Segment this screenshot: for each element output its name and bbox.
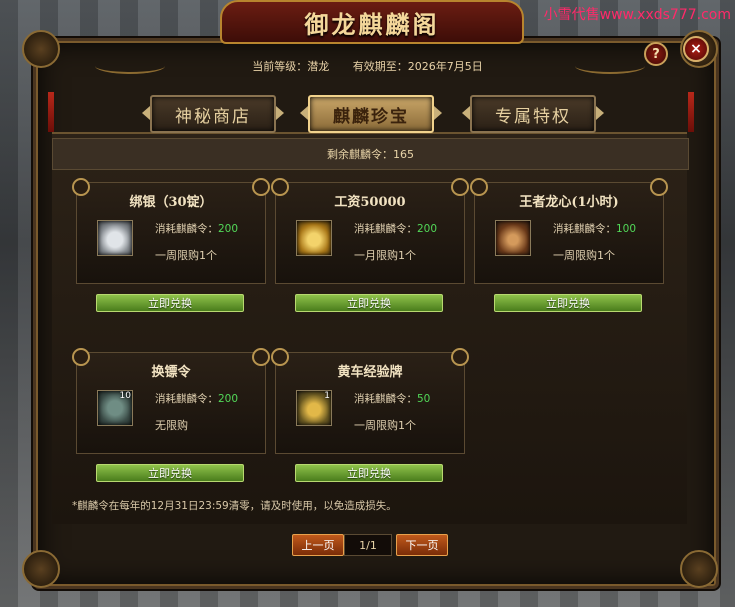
prev-page-button[interactable]: 上一页 — [292, 534, 344, 556]
item-limit: 一月限购1个 — [354, 249, 416, 262]
arrow-right-icon — [434, 106, 442, 120]
item-card: 换镖令 10 消耗麒麟令：200 无限购 — [72, 348, 270, 454]
tassel-decoration — [688, 92, 694, 132]
item-count: 10 — [119, 391, 131, 401]
gold-salary-icon[interactable] — [296, 220, 332, 256]
item-limit: 一周限购1个 — [553, 249, 615, 262]
expiry-label: 有效期至：2026年7月5日 — [352, 60, 483, 73]
item-card: 绑银（30锭） 消耗麒麟令：200 一周限购1个 — [72, 178, 270, 284]
tab-label: 专属特权 — [495, 106, 571, 127]
arrow-left-icon — [300, 106, 308, 120]
next-page-button[interactable]: 下一页 — [396, 534, 448, 556]
item-limit: 一周限购1个 — [155, 249, 217, 262]
item-name: 王者龙心(1小时) — [519, 195, 619, 210]
redeem-button[interactable]: 立即兑换 — [96, 294, 244, 312]
tab-qilin-treasure[interactable]: 麒麟珍宝 — [300, 95, 442, 133]
item-cost: 消耗麒麟令：200 — [155, 391, 238, 406]
item-name: 黄车经验牌 — [337, 365, 403, 380]
tab-label: 神秘商店 — [175, 106, 251, 127]
cost-value: 100 — [616, 223, 637, 235]
arrow-right-icon — [596, 106, 604, 120]
arrow-left-icon — [462, 106, 470, 120]
item-name: 绑银（30锭） — [129, 195, 213, 210]
dragon-heart-icon[interactable] — [495, 220, 531, 256]
close-button[interactable]: × — [683, 36, 709, 62]
item-cost: 消耗麒麟令：100 — [553, 221, 636, 236]
corner-ornament-icon — [22, 30, 60, 68]
arrow-left-icon — [142, 106, 150, 120]
redeem-button[interactable]: 立即兑换 — [295, 464, 443, 482]
redeem-button[interactable]: 立即兑换 — [96, 464, 244, 482]
tassel-decoration — [48, 92, 54, 132]
cost-label: 消耗麒麟令： — [155, 223, 218, 235]
item-cost: 消耗麒麟令：200 — [155, 221, 238, 236]
level-label: 当前等级：潜龙 — [252, 60, 330, 73]
corner-ornament-icon — [680, 550, 718, 588]
redeem-button[interactable]: 立即兑换 — [494, 294, 642, 312]
escort-token-icon[interactable]: 10 — [97, 390, 133, 426]
tab-mystery-shop[interactable]: 神秘商店 — [142, 95, 284, 133]
item-name: 换镖令 — [151, 365, 191, 380]
watermark-text: 小雪代售www.xxds777.com — [543, 7, 731, 23]
cost-value: 200 — [417, 223, 438, 235]
silver-ingot-icon[interactable] — [97, 220, 133, 256]
cost-value: 50 — [417, 393, 431, 405]
yellow-cart-exp-icon[interactable]: 1 — [296, 390, 332, 426]
tab-exclusive-privilege[interactable]: 专属特权 — [462, 95, 604, 133]
item-limit: 无限购 — [155, 419, 188, 432]
item-cost: 消耗麒麟令：50 — [354, 391, 430, 406]
item-cost: 消耗麒麟令：200 — [354, 221, 437, 236]
item-card: 工资50000 消耗麒麟令：200 一月限购1个 — [271, 178, 469, 284]
item-limit: 一周限购1个 — [354, 419, 416, 432]
reset-notice: *麒麟令在每年的12月31日23:59清零，请及时使用，以免造成损失。 — [72, 500, 397, 512]
window-title: 御龙麒麟阁 — [220, 0, 524, 44]
help-button[interactable]: ? — [644, 42, 668, 66]
item-card: 王者龙心(1小时) 消耗麒麟令：100 一周限购1个 — [470, 178, 668, 284]
item-card: 黄车经验牌 1 消耗麒麟令：50 一周限购1个 — [271, 348, 469, 454]
redeem-button[interactable]: 立即兑换 — [295, 294, 443, 312]
cost-value: 200 — [218, 223, 239, 235]
cost-label: 消耗麒麟令： — [553, 223, 616, 235]
corner-ornament-icon — [22, 550, 60, 588]
cost-label: 消耗麒麟令： — [354, 223, 417, 235]
item-name: 工资50000 — [334, 195, 406, 210]
remaining-tokens: 剩余麒麟令：165 — [52, 138, 689, 170]
item-count: 1 — [324, 391, 330, 401]
cost-value: 200 — [218, 393, 239, 405]
page-indicator: 1/1 — [344, 534, 392, 556]
status-info: 当前等级：潜龙 有效期至：2026年7月5日 — [0, 58, 735, 74]
cost-label: 消耗麒麟令： — [155, 393, 218, 405]
arrow-right-icon — [276, 106, 284, 120]
cost-label: 消耗麒麟令： — [354, 393, 417, 405]
tab-label: 麒麟珍宝 — [333, 106, 409, 127]
